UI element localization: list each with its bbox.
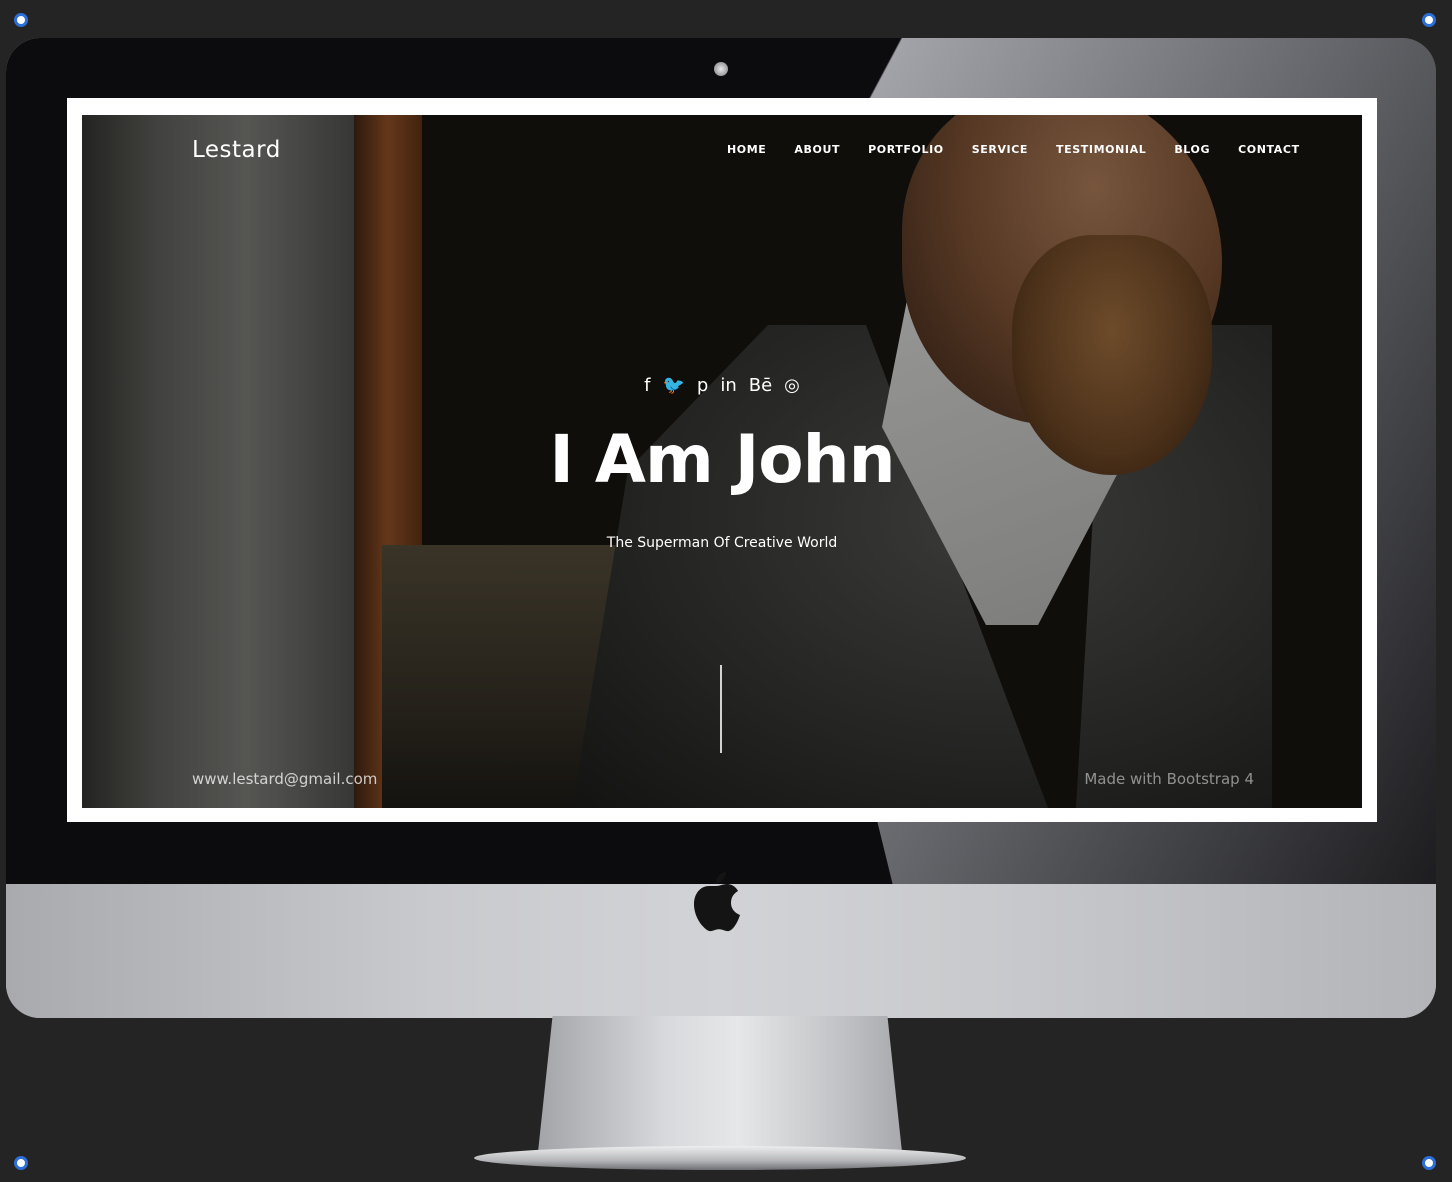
- selection-handle-bottom-right[interactable]: [1422, 1156, 1436, 1170]
- nav-testimonial[interactable]: TESTIMONIAL: [1056, 143, 1146, 156]
- pinterest-icon[interactable]: p: [697, 375, 708, 396]
- selection-handle-bottom-left[interactable]: [14, 1156, 28, 1170]
- hero-title: I Am John: [549, 421, 895, 498]
- hero-subtitle: The Superman Of Creative World: [606, 535, 838, 551]
- behance-icon[interactable]: Bē: [749, 375, 772, 396]
- social-links: f 🐦 p in Bē ◎: [632, 375, 812, 396]
- site-logo[interactable]: Lestard: [192, 137, 281, 163]
- nav-contact[interactable]: CONTACT: [1238, 143, 1300, 156]
- footer-email[interactable]: www.lestard@gmail.com: [192, 770, 377, 788]
- monitor-stand-base: [474, 1146, 966, 1170]
- main-nav: HOME ABOUT PORTFOLIO SERVICE TESTIMONIAL…: [727, 143, 1328, 156]
- footer-credit: Made with Bootstrap 4: [1084, 770, 1254, 788]
- linkedin-icon[interactable]: in: [720, 375, 736, 396]
- nav-service[interactable]: SERVICE: [972, 143, 1028, 156]
- facebook-icon[interactable]: f: [644, 375, 650, 396]
- nav-portfolio[interactable]: PORTFOLIO: [868, 143, 944, 156]
- website-screen: Lestard HOME ABOUT PORTFOLIO SERVICE TES…: [82, 115, 1362, 808]
- scroll-indicator[interactable]: [720, 665, 722, 753]
- nav-about[interactable]: ABOUT: [794, 143, 840, 156]
- apple-logo-icon: [694, 872, 740, 932]
- nav-home[interactable]: HOME: [727, 143, 766, 156]
- monitor-stand: [538, 1016, 902, 1152]
- twitter-icon[interactable]: 🐦: [662, 375, 684, 396]
- selection-handle-top-right[interactable]: [1422, 13, 1436, 27]
- instagram-icon[interactable]: ◎: [784, 375, 800, 396]
- selection-handle-top-left[interactable]: [14, 13, 28, 27]
- nav-blog[interactable]: BLOG: [1174, 143, 1210, 156]
- camera-icon: [714, 62, 728, 76]
